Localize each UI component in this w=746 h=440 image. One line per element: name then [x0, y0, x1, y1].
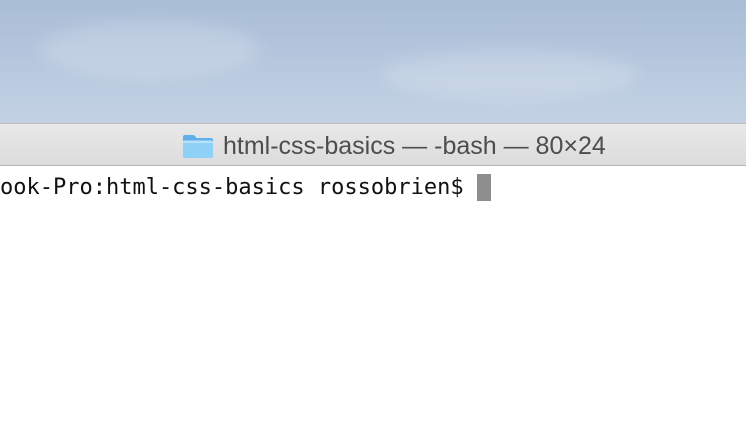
text-cursor	[476, 173, 491, 201]
shell-prompt: ook-Pro:html-css-basics rossobrien$	[0, 174, 464, 200]
desktop-background	[0, 0, 746, 123]
sky-cloud	[380, 50, 640, 100]
sky-cloud	[40, 20, 260, 80]
terminal-content[interactable]: ook-Pro:html-css-basics rossobrien$	[0, 166, 746, 440]
prompt-line: ook-Pro:html-css-basics rossobrien$	[0, 172, 491, 202]
terminal-window[interactable]: html-css-basics — -bash — 80×24 ook-Pro:…	[0, 123, 746, 440]
window-titlebar[interactable]: html-css-basics — -bash — 80×24	[0, 123, 746, 166]
folder-icon	[183, 135, 213, 158]
window-title: html-css-basics — -bash — 80×24	[182, 131, 606, 161]
window-title-text: html-css-basics — -bash — 80×24	[223, 131, 606, 160]
